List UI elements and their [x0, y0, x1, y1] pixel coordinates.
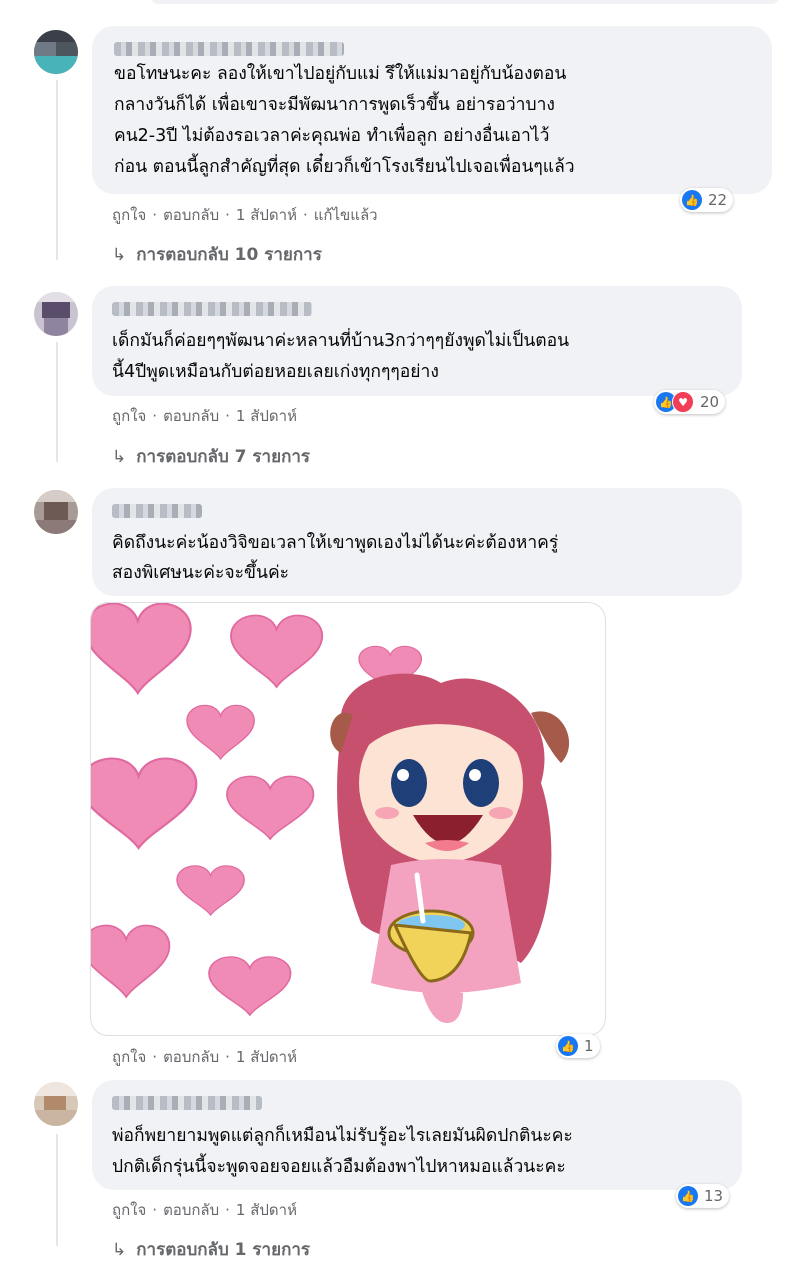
- like-button[interactable]: ถูกใจ: [112, 203, 146, 227]
- cartoon-girl-hearts-sticker: [91, 603, 570, 1023]
- thread-line: [56, 80, 58, 260]
- timestamp[interactable]: 1 สัปดาห์: [236, 203, 297, 227]
- thread-line: [56, 1134, 58, 1246]
- edited-label: แก้ไขแล้ว: [313, 206, 378, 224]
- sticker-image[interactable]: [90, 602, 606, 1036]
- reply-button[interactable]: ตอบกลับ: [163, 404, 219, 428]
- reply-arrow-icon: ↳: [112, 245, 127, 265]
- author-name-blurred[interactable]: [114, 42, 344, 56]
- thumbs-up-icon: 👍: [678, 1186, 698, 1206]
- author-name-blurred[interactable]: [112, 1096, 262, 1110]
- comment-text-line: สองพิเศษนะค่ะจะขึ้นค่ะ: [112, 563, 290, 583]
- reaction-count: 20: [700, 393, 720, 411]
- reaction-summary[interactable]: 👍 13: [676, 1184, 730, 1208]
- comment-actions: ถูกใจ · ตอบกลับ · 1 สัปดาห์ · แก้ไขแล้ว: [112, 203, 378, 227]
- view-replies-button[interactable]: ↳ การตอบกลับ 1 รายการ: [112, 1236, 310, 1263]
- reaction-count: 13: [704, 1187, 724, 1205]
- reaction-summary[interactable]: 👍 22: [680, 188, 734, 212]
- author-name-blurred[interactable]: [112, 302, 312, 316]
- reaction-summary[interactable]: 👍 1: [556, 1034, 600, 1058]
- replies-label: การตอบกลับ 10 รายการ: [136, 245, 322, 265]
- reply-button[interactable]: ตอบกลับ: [163, 203, 219, 227]
- reaction-summary[interactable]: 👍 ♥ 20: [654, 390, 726, 414]
- comment-text-line: กลางวันก็ได้ เพื่อเขาจะมีพัฒนาการพูดเร็ว…: [114, 95, 555, 115]
- timestamp[interactable]: 1 สัปดาห์: [236, 404, 297, 428]
- comment-actions: ถูกใจ · ตอบกลับ · 1 สัปดาห์: [112, 1198, 297, 1222]
- comment-text-line: คน2-3ปี ไม่ต้องรอเวลาค่ะคุณพ่อ ทำเพื่อลู…: [114, 126, 550, 146]
- replies-label: การตอบกลับ 7 รายการ: [136, 447, 311, 467]
- comment-text-line: เด็กมันก็ค่อยๆๆพัฒนาค่ะหลานที่บ้าน3กว่าๆ…: [112, 331, 570, 351]
- heart-icon: ♥: [672, 391, 694, 413]
- comment-text-line: ก่อน ตอนนี้ลูกสำคัญที่สุด เดี๋ยวก็เข้าโร…: [114, 157, 575, 177]
- comment-text-line: พ่อก็พยายามพูดแต่ลูกก็เหมือนไม่รับรู้อะไ…: [112, 1126, 573, 1146]
- comment-actions: ถูกใจ · ตอบกลับ · 1 สัปดาห์: [112, 404, 297, 428]
- comment-text-line: ขอโทษนะคะ ลองให้เขาไปอยู่กับแม่ รึให้แม่…: [114, 64, 567, 84]
- reaction-count: 22: [708, 191, 728, 209]
- like-button[interactable]: ถูกใจ: [112, 1045, 146, 1069]
- avatar[interactable]: [34, 292, 78, 336]
- like-button[interactable]: ถูกใจ: [112, 1198, 146, 1222]
- replies-label: การตอบกลับ 1 รายการ: [136, 1240, 311, 1260]
- avatar[interactable]: [34, 1082, 78, 1126]
- timestamp[interactable]: 1 สัปดาห์: [236, 1198, 297, 1222]
- thumbs-up-icon: 👍: [682, 190, 702, 210]
- comment-actions: ถูกใจ · ตอบกลับ · 1 สัปดาห์: [112, 1045, 297, 1069]
- thread-line: [56, 342, 58, 462]
- reaction-count: 1: [584, 1037, 594, 1055]
- reply-arrow-icon: ↳: [112, 447, 127, 467]
- like-button[interactable]: ถูกใจ: [112, 404, 146, 428]
- comment-text-line: ปกติเด็กรุ่นนี้จะพูดจอยจอยแล้วอืมต้องพาไ…: [112, 1157, 566, 1177]
- comment-text-line: คิดถึงนะค่ะน้องวิจิขอเวลาให้เขาพูดเองไม่…: [112, 533, 559, 553]
- thumbs-up-icon: 👍: [558, 1036, 578, 1056]
- view-replies-button[interactable]: ↳ การตอบกลับ 10 รายการ: [112, 241, 322, 268]
- view-replies-button[interactable]: ↳ การตอบกลับ 7 รายการ: [112, 443, 310, 470]
- author-name-blurred[interactable]: [112, 504, 202, 518]
- reply-button[interactable]: ตอบกลับ: [163, 1045, 219, 1069]
- reply-button[interactable]: ตอบกลับ: [163, 1198, 219, 1222]
- comment-text-line: นี้4ปีพูดเหมือนกับต่อยหอยเลยเก่งทุกๆๆอย่…: [112, 362, 439, 382]
- previous-comment-bubble-edge: [150, 0, 780, 4]
- avatar[interactable]: [34, 30, 78, 74]
- avatar[interactable]: [34, 490, 78, 534]
- reply-arrow-icon: ↳: [112, 1240, 127, 1260]
- timestamp[interactable]: 1 สัปดาห์: [236, 1045, 297, 1069]
